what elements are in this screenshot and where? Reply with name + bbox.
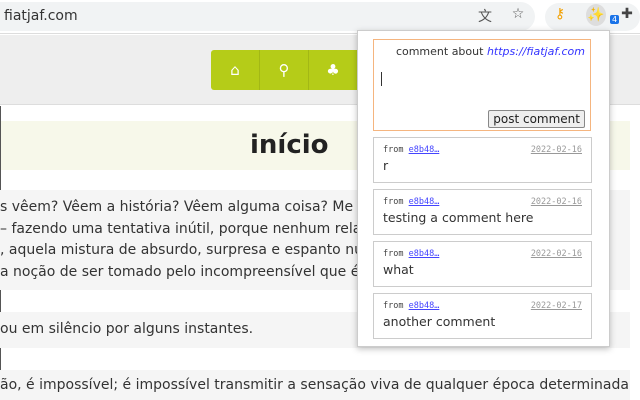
tree-icon[interactable]: ♣ xyxy=(309,50,358,90)
author-link[interactable]: e8b48… xyxy=(409,249,440,259)
comment-text: testing a comment here xyxy=(383,210,534,225)
site-nav: ⌂ ⚲ ♣ xyxy=(211,50,361,90)
comment-text: what xyxy=(383,262,414,277)
search-icon[interactable]: ⚲ xyxy=(260,50,309,90)
comment-date[interactable]: 2022-02-16 xyxy=(531,197,582,207)
text-cursor xyxy=(381,72,382,86)
comment-item: from e8b48… 2022-02-16 what xyxy=(373,241,592,287)
page-title: início xyxy=(250,130,329,160)
comment-text: another comment xyxy=(383,314,496,329)
comments-popup: comment about https://fiatjaf.com post c… xyxy=(357,30,610,347)
comment-about: comment about https://fiatjaf.com xyxy=(395,45,585,58)
comment-item: from e8b48… 2022-02-16 r xyxy=(373,137,592,183)
comment-date[interactable]: 2022-02-16 xyxy=(531,249,582,259)
keys-extension-icon[interactable]: ⚷ xyxy=(550,6,570,22)
comment-item: from e8b48… 2022-02-17 another comment xyxy=(373,293,592,339)
author-link[interactable]: e8b48… xyxy=(409,197,440,207)
translate-icon[interactable]: 文 xyxy=(475,6,495,26)
post-comment-button[interactable]: post comment xyxy=(488,110,585,128)
url-text[interactable]: fiatjaf.com xyxy=(4,8,78,24)
comment-date[interactable]: 2022-02-16 xyxy=(531,145,582,155)
comment-form: comment about https://fiatjaf.com post c… xyxy=(373,39,591,131)
author-link[interactable]: e8b48… xyxy=(409,301,440,311)
text-line: ão, é impossível; é impossível transmiti… xyxy=(0,377,630,393)
author-link[interactable]: e8b48… xyxy=(409,145,440,155)
comment-textarea[interactable] xyxy=(379,63,587,105)
paragraph: ão, é impossível; é impossível transmiti… xyxy=(0,370,630,400)
home-icon[interactable]: ⌂ xyxy=(211,50,260,90)
magic-wand-extension-icon[interactable]: ✨ xyxy=(586,4,606,26)
address-bar[interactable]: fiatjaf.com xyxy=(0,2,535,31)
comment-date[interactable]: 2022-02-17 xyxy=(531,301,582,311)
browser-toolbar: fiatjaf.com 文 ☆ ⚷ ✨ 4 ✚ xyxy=(0,0,640,34)
puzzle-extensions-icon[interactable]: ✚ xyxy=(617,6,637,22)
comment-item: from e8b48… 2022-02-16 testing a comment… xyxy=(373,189,592,235)
star-icon[interactable]: ☆ xyxy=(508,6,528,22)
page-link[interactable]: https://fiatjaf.com xyxy=(487,45,585,58)
comment-text: r xyxy=(383,158,389,173)
